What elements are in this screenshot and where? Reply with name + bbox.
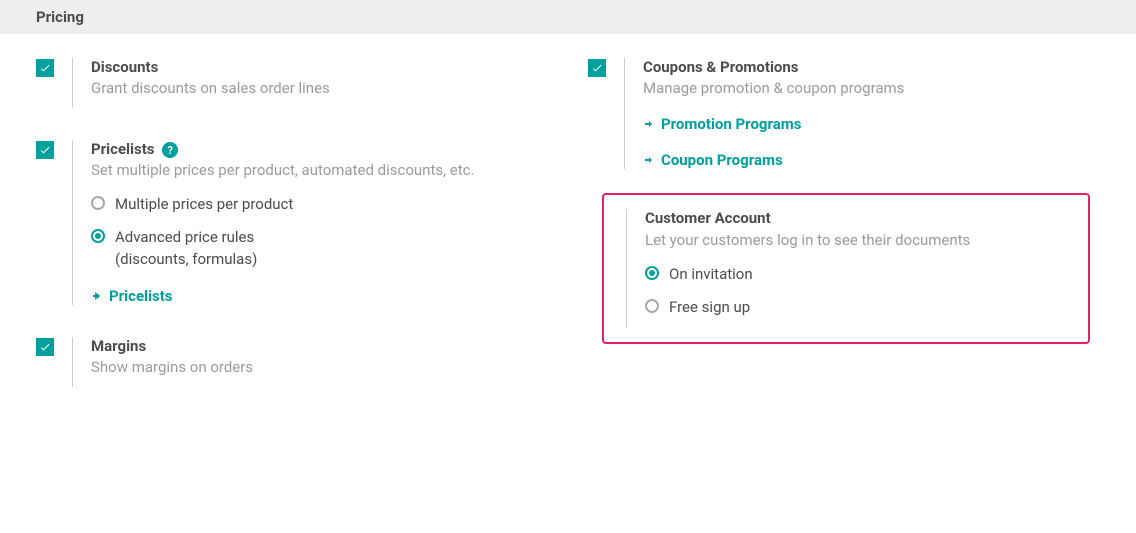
arrow-right-icon <box>643 154 655 166</box>
left-column: Discounts Grant discounts on sales order… <box>36 58 548 395</box>
customer-account-radio-group: On invitation Free sign up <box>645 263 1066 318</box>
radio-label: Multiple prices per product <box>115 193 293 216</box>
highlight-box: Customer Account Let your customers log … <box>602 193 1090 344</box>
setting-pricelists: Pricelists ? Set multiple prices per pro… <box>36 140 548 305</box>
radio-icon <box>645 266 659 280</box>
link-coupon-programs[interactable]: Coupon Programs <box>643 151 1100 169</box>
link-promotion-programs[interactable]: Promotion Programs <box>643 115 1100 133</box>
link-label: Coupon Programs <box>661 151 783 169</box>
setting-content: Customer Account Let your customers log … <box>645 209 1066 328</box>
setting-content: Pricelists ? Set multiple prices per pro… <box>91 140 548 305</box>
right-column: Coupons & Promotions Manage promotion & … <box>588 58 1100 395</box>
radio-icon <box>645 299 659 313</box>
radio-label: Free sign up <box>669 296 750 319</box>
divider-icon <box>72 337 73 387</box>
link-label: Pricelists <box>109 287 172 305</box>
radio-label: On invitation <box>669 263 753 286</box>
radio-free-signup[interactable]: Free sign up <box>645 296 1066 319</box>
setting-desc-customer-account: Let your customers log in to see their d… <box>645 231 1066 249</box>
arrow-right-icon <box>643 118 655 130</box>
setting-content: Coupons & Promotions Manage promotion & … <box>643 58 1100 169</box>
setting-title-pricelists: Pricelists ? <box>91 140 548 158</box>
arrow-right-icon <box>91 290 103 302</box>
checkbox-discounts[interactable] <box>36 59 54 77</box>
divider-icon <box>624 58 625 169</box>
setting-desc-margins: Show margins on orders <box>91 358 548 376</box>
radio-on-invitation[interactable]: On invitation <box>645 263 1066 286</box>
radio-advanced-rules[interactable]: Advanced price rules (discounts, formula… <box>91 226 548 271</box>
link-pricelists[interactable]: Pricelists <box>91 287 548 305</box>
setting-margins: Margins Show margins on orders <box>36 337 548 387</box>
coupons-links: Promotion Programs Coupon Programs <box>643 115 1100 169</box>
radio-icon <box>91 229 105 243</box>
check-icon <box>591 62 603 74</box>
setting-desc-pricelists: Set multiple prices per product, automat… <box>91 161 548 179</box>
settings-body: Discounts Grant discounts on sales order… <box>0 34 1136 395</box>
radio-icon <box>91 196 105 210</box>
setting-customer-account: Customer Account Let your customers log … <box>588 201 1100 344</box>
pricelists-radio-group: Multiple prices per product Advanced pri… <box>91 193 548 271</box>
checkbox-coupons[interactable] <box>588 59 606 77</box>
section-title: Pricing <box>36 8 84 26</box>
question-icon[interactable]: ? <box>162 142 178 158</box>
setting-discounts: Discounts Grant discounts on sales order… <box>36 58 548 108</box>
setting-desc-coupons: Manage promotion & coupon programs <box>643 79 1100 97</box>
divider-icon <box>72 140 73 305</box>
divider-icon <box>626 209 627 328</box>
checkbox-pricelists[interactable] <box>36 141 54 159</box>
checkbox-margins[interactable] <box>36 338 54 356</box>
setting-title-coupons: Coupons & Promotions <box>643 58 1100 76</box>
check-icon <box>39 341 51 353</box>
setting-content: Discounts Grant discounts on sales order… <box>91 58 548 99</box>
check-icon <box>39 144 51 156</box>
setting-title-discounts: Discounts <box>91 58 548 76</box>
radio-multiple-prices[interactable]: Multiple prices per product <box>91 193 548 216</box>
radio-label: Advanced price rules (discounts, formula… <box>115 226 257 271</box>
setting-title-customer-account: Customer Account <box>645 209 1066 227</box>
pricelists-title-text: Pricelists <box>91 140 154 158</box>
link-label: Promotion Programs <box>661 115 801 133</box>
setting-desc-discounts: Grant discounts on sales order lines <box>91 79 548 97</box>
settings-columns: Discounts Grant discounts on sales order… <box>36 58 1100 395</box>
setting-content: Margins Show margins on orders <box>91 337 548 378</box>
setting-title-margins: Margins <box>91 337 548 355</box>
divider-icon <box>72 58 73 108</box>
check-icon <box>39 62 51 74</box>
section-header: Pricing <box>0 0 1136 34</box>
setting-coupons: Coupons & Promotions Manage promotion & … <box>588 58 1100 169</box>
